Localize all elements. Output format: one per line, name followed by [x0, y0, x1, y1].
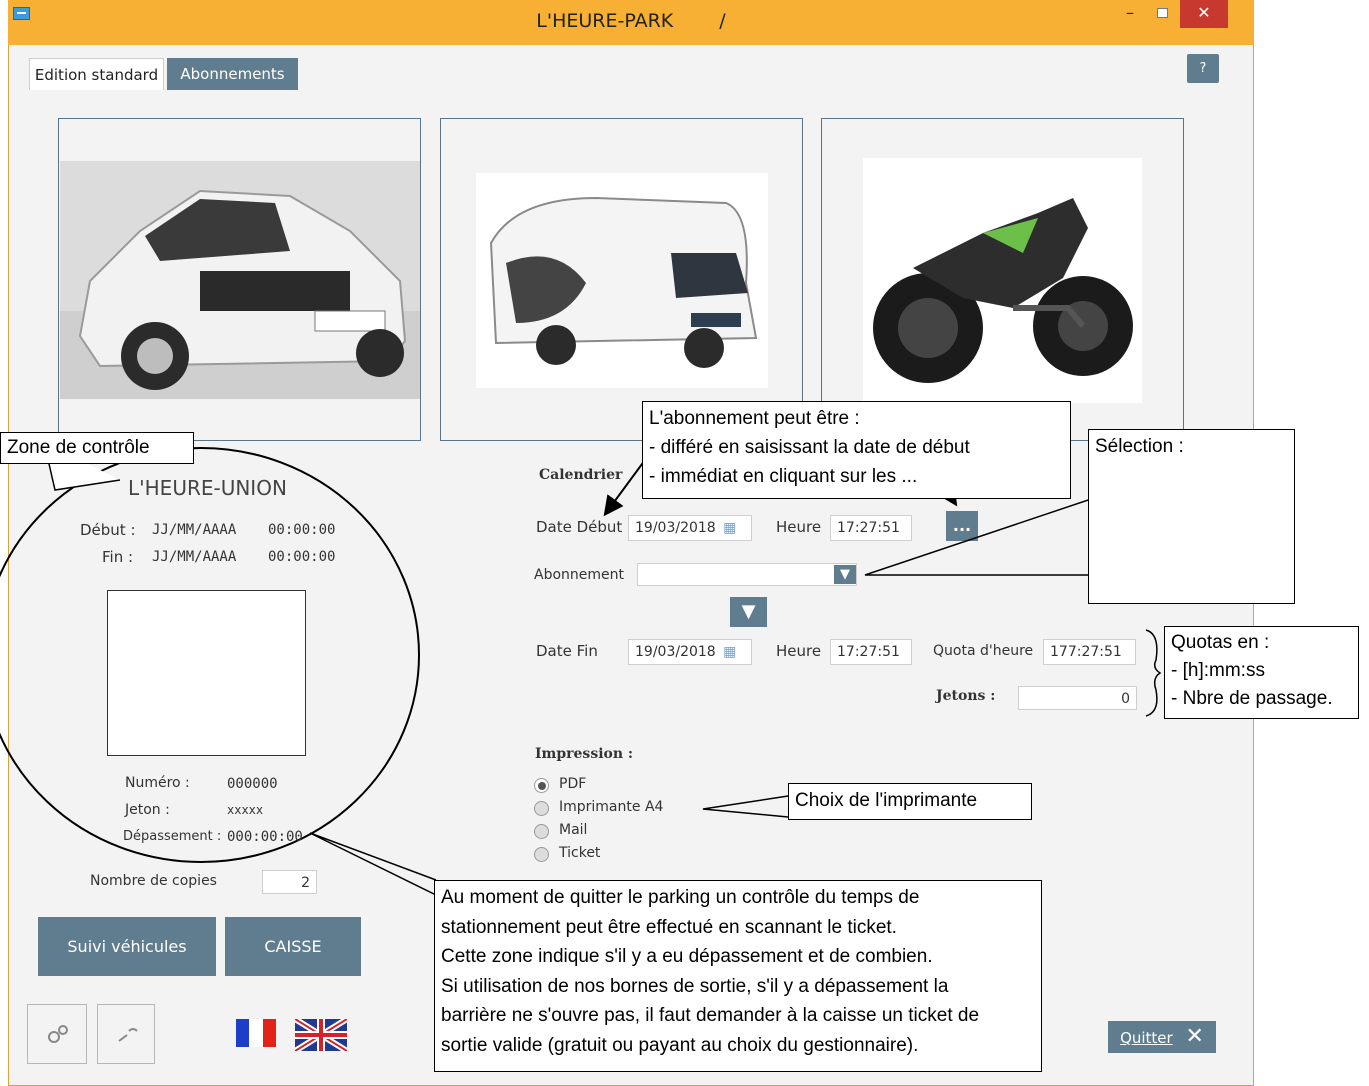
- quotas-callout: Quotas en : - [h]:mm:ss - Nbre de passag…: [1164, 626, 1359, 719]
- abonnement-callout: L'abonnement peut être : - différé en sa…: [642, 401, 1071, 499]
- control-callout: Au moment de quitter le parking un contr…: [434, 880, 1042, 1072]
- printer-callout: Choix de l'imprimante: [788, 783, 1032, 820]
- selection-callout: Sélection :: [1088, 429, 1295, 604]
